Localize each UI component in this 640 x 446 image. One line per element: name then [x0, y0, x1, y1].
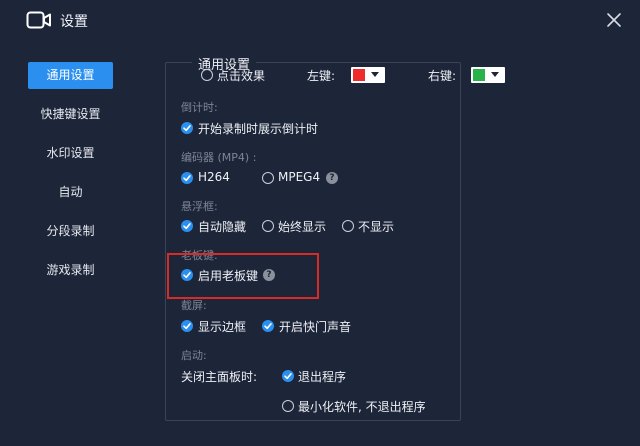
startup-heading: 启动:: [181, 349, 207, 362]
checkmark-icon: [183, 323, 191, 330]
chevron-down-icon: [491, 72, 499, 77]
right-key-label: 右键:: [428, 69, 457, 83]
checkmark-icon: [183, 125, 191, 132]
left-key-label: 左键:: [307, 69, 336, 83]
click-effect-radio[interactable]: [201, 69, 213, 81]
sidebar-item-auto[interactable]: 自动: [28, 179, 113, 206]
sidebar: 通用设置 快捷键设置 水印设置 自动 分段录制 游戏录制: [0, 40, 150, 446]
checkmark-icon: [183, 175, 191, 182]
always-show-label: 始终显示: [278, 220, 327, 234]
always-show-radio[interactable]: [262, 220, 274, 232]
left-key-color-picker[interactable]: [351, 67, 385, 83]
right-key-color-swatch: [473, 69, 485, 81]
chevron-down-icon: [371, 72, 379, 77]
annotation-highlight-box: [167, 253, 319, 299]
encoder-heading: 编码器 (MP4) :: [181, 151, 257, 164]
sidebar-item-hotkeys[interactable]: 快捷键设置: [28, 101, 113, 128]
checkmark-icon: [284, 373, 292, 380]
minimize-radio[interactable]: [282, 400, 294, 412]
countdown-checkbox[interactable]: [181, 122, 193, 134]
close-main-panel-label: 关闭主面板时:: [181, 370, 258, 384]
h264-radio[interactable]: [181, 172, 193, 184]
exit-program-label: 退出程序: [298, 370, 347, 384]
auto-hide-label: 自动隐藏: [198, 220, 247, 234]
show-border-checkbox[interactable]: [181, 320, 193, 332]
show-border-label: 显示边框: [198, 320, 247, 334]
checkmark-icon: [264, 323, 272, 330]
mpeg4-radio[interactable]: [262, 172, 274, 184]
h264-label: H264: [198, 170, 230, 184]
video-camera-icon: [26, 11, 51, 29]
title-bar: 设置: [0, 0, 640, 40]
hide-label: 不显示: [358, 220, 395, 234]
exit-program-radio[interactable]: [282, 370, 294, 382]
sidebar-item-watermark[interactable]: 水印设置: [28, 140, 113, 167]
click-effect-label: 点击效果: [217, 69, 266, 83]
left-key-color-swatch: [353, 69, 365, 81]
minimize-label: 最小化软件, 不退出程序: [298, 400, 426, 414]
shutter-sound-label: 开启快门声音: [279, 320, 352, 334]
sidebar-item-segment-record[interactable]: 分段录制: [28, 218, 113, 245]
screenshot-heading: 截屏:: [181, 299, 207, 312]
shutter-sound-checkbox[interactable]: [262, 320, 274, 332]
checkmark-icon: [183, 223, 191, 230]
countdown-heading: 倒计时:: [181, 101, 218, 114]
sidebar-item-general[interactable]: 通用设置: [28, 62, 113, 89]
close-icon[interactable]: [604, 10, 624, 30]
mpeg4-label: MPEG4: [278, 170, 321, 184]
help-icon[interactable]: ?: [326, 172, 338, 184]
right-key-color-picker[interactable]: [471, 67, 505, 83]
float-window-heading: 悬浮框:: [181, 200, 218, 213]
auto-hide-radio[interactable]: [181, 220, 193, 232]
sidebar-item-game-record[interactable]: 游戏录制: [28, 257, 113, 284]
countdown-option-label: 开始录制时展示倒计时: [198, 122, 319, 136]
window-title: 设置: [60, 14, 88, 30]
hide-radio[interactable]: [342, 220, 354, 232]
